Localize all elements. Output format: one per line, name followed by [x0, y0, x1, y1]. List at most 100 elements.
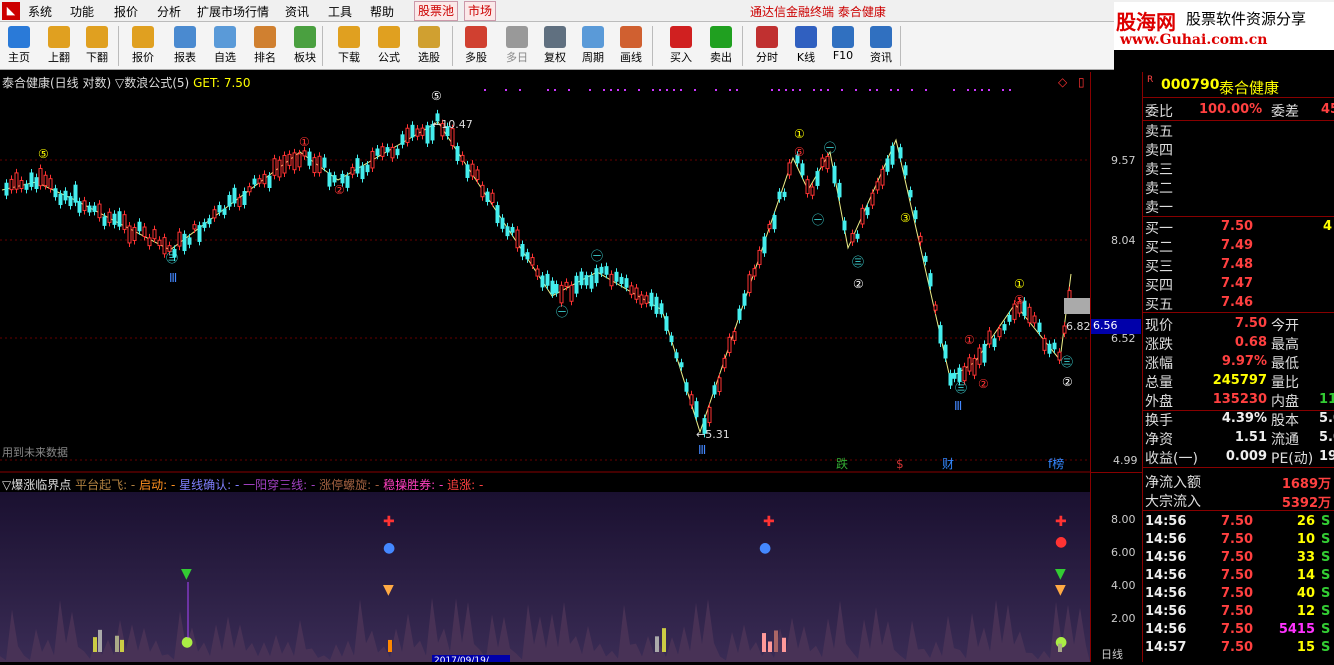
candle-body — [182, 233, 187, 252]
toolbar-button-label: 卖出 — [710, 51, 732, 64]
toolbar-button-kline[interactable]: K线 — [789, 24, 823, 68]
signal-dot — [988, 89, 990, 91]
menu-news[interactable]: 资讯 — [285, 3, 309, 20]
toolbar-button-arrow-down[interactable]: 下翻 — [80, 24, 114, 68]
candle-body — [405, 127, 410, 143]
candle-body — [918, 235, 923, 243]
toolbar-button-label: 报价 — [132, 51, 154, 64]
candle-body — [540, 275, 545, 288]
candle-body — [569, 284, 574, 302]
menu-quote[interactable]: 报价 — [114, 3, 138, 20]
toolbar-button-arrow-up[interactable]: 上翻 — [42, 24, 76, 68]
multi-stock-icon — [465, 26, 487, 48]
stat-label: 最低 — [1271, 356, 1299, 372]
buy-level-label: 买四 — [1145, 278, 1173, 294]
tick-row: 14:57 7.50 15 S — [1145, 640, 1334, 658]
signal-dot — [736, 89, 738, 91]
toolbar-button-adjust[interactable]: 复权 — [538, 24, 572, 68]
candle-body — [898, 147, 903, 159]
stat-label: 流通 — [1271, 432, 1299, 448]
quote-icon — [132, 26, 154, 48]
toolbar-button-news[interactable]: 资讯 — [864, 24, 898, 68]
toolbar-button-quote[interactable]: 报价 — [126, 24, 160, 68]
candle-body — [217, 205, 222, 213]
signal-dot — [617, 89, 619, 91]
tick-time: 14:56 — [1145, 568, 1187, 583]
wave-mark: Ⅲ — [698, 443, 706, 457]
signal-dot — [715, 89, 717, 91]
menu-extended-market[interactable]: 扩展市场行情 — [197, 3, 269, 20]
tick-row: 14:56 7.50 10 S — [1145, 532, 1334, 550]
toolbar-button-intraday[interactable]: 分时 — [750, 24, 784, 68]
toolbar-button-rank[interactable]: 排名 — [248, 24, 282, 68]
tick-price: 7.50 — [1221, 604, 1254, 619]
candle-body — [992, 338, 997, 348]
candle-body — [997, 328, 1002, 338]
toolbar-button-block[interactable]: 板块 — [288, 24, 322, 68]
adjust-icon — [544, 26, 566, 48]
candle-body — [350, 167, 355, 175]
toolbar-button-buy[interactable]: 买入 — [664, 24, 698, 68]
candle-body — [302, 150, 307, 157]
kline-chart-area[interactable]: ←10.47 ←5.31 6.82 ⑤ ⑤ ① ② ㊂ Ⅲ ㊀㊀ Ⅲ ① ⑤ ㊀㊀㊂ ② ③ ① ㊂ Ⅲ ② ① ⑤ ㊂ ② 跌… — [0, 72, 1091, 665]
candle-body — [604, 266, 609, 275]
candle-body — [490, 192, 495, 204]
candle-body — [982, 343, 987, 363]
kline-chart-svg[interactable]: ←10.47←5.316.82⑤⑤①②㊂Ⅲ㊀㊀Ⅲ①⑤ ㊀㊀㊂②③①㊂Ⅲ②①⑤㊂②跌… — [0, 72, 1091, 665]
toolbar-button-multi-day[interactable]: 多日 — [500, 24, 534, 68]
candle-body — [127, 225, 132, 244]
app-logo-icon: ◣ — [2, 2, 20, 20]
toolbar-button-draw-line[interactable]: 画线 — [614, 24, 648, 68]
candle-body — [972, 357, 977, 376]
toolbar-button-select-stock[interactable]: 选股 — [412, 24, 446, 68]
toolbar-button-f8[interactable]: 周期 — [576, 24, 610, 68]
candle-body — [465, 164, 470, 178]
chart-title: 泰合健康(日线 对数) ▽数浪公式(5) GET: 7.50 — [2, 74, 251, 91]
candle-body — [287, 153, 292, 166]
candle-body — [875, 181, 880, 191]
signal-dot — [610, 89, 612, 91]
tick-price: 7.50 — [1221, 622, 1254, 637]
menu-analysis[interactable]: 分析 — [157, 3, 181, 20]
candle-body — [500, 217, 505, 229]
menu-system[interactable]: 系统 — [28, 3, 52, 20]
menu-function[interactable]: 功能 — [70, 3, 94, 20]
f8-icon — [582, 26, 604, 48]
arrow-up-icon — [48, 26, 70, 48]
signal-dot — [869, 89, 871, 91]
candle-body — [197, 225, 202, 242]
candle-body — [470, 163, 475, 177]
signal-icon: ● — [383, 540, 395, 556]
current-price-label: 6.82 — [1066, 320, 1090, 333]
candle-body — [92, 205, 97, 212]
signal-dot — [589, 89, 591, 91]
toolbar-button-home[interactable]: 主页 — [2, 24, 36, 68]
toolbar-button-report[interactable]: 报表 — [168, 24, 202, 68]
tick-price: 7.50 — [1221, 586, 1254, 601]
stat-label: 量比 — [1271, 375, 1299, 391]
toolbar-button-download[interactable]: 下载 — [332, 24, 366, 68]
f6-icon — [214, 26, 236, 48]
tab-stock-pool[interactable]: 股票池 — [414, 1, 459, 21]
signal-dot — [680, 89, 682, 91]
toolbar-button-f10[interactable]: F10 — [826, 24, 860, 68]
candle-body — [322, 157, 327, 168]
toolbar-button-multi-stock[interactable]: 多股 — [459, 24, 493, 68]
stat-label: 今开 — [1271, 318, 1299, 334]
signal-dot — [897, 89, 899, 91]
candle-body — [1042, 338, 1047, 351]
price-axis-label: 9.57 — [1111, 154, 1136, 167]
candle-body — [777, 191, 782, 200]
toolbar-button-formula[interactable]: 公式 — [372, 24, 406, 68]
wave-mark: ㊂ — [852, 255, 864, 269]
toolbar-button-sell[interactable]: 卖出 — [704, 24, 738, 68]
candle-body — [977, 347, 982, 365]
menu-tools[interactable]: 工具 — [328, 3, 352, 20]
candle-body — [480, 184, 485, 198]
tab-market[interactable]: 市场 — [464, 1, 497, 21]
candle-body — [952, 372, 957, 379]
stat-value: 5.0 — [1319, 430, 1334, 445]
indicator-legend: ▽爆涨临界点 平台起飞: - 启动: - 星线确认: - 一阳穿三线: - 涨停… — [2, 476, 483, 493]
toolbar-button-f6[interactable]: 自选 — [208, 24, 242, 68]
menu-help[interactable]: 帮助 — [370, 3, 394, 20]
